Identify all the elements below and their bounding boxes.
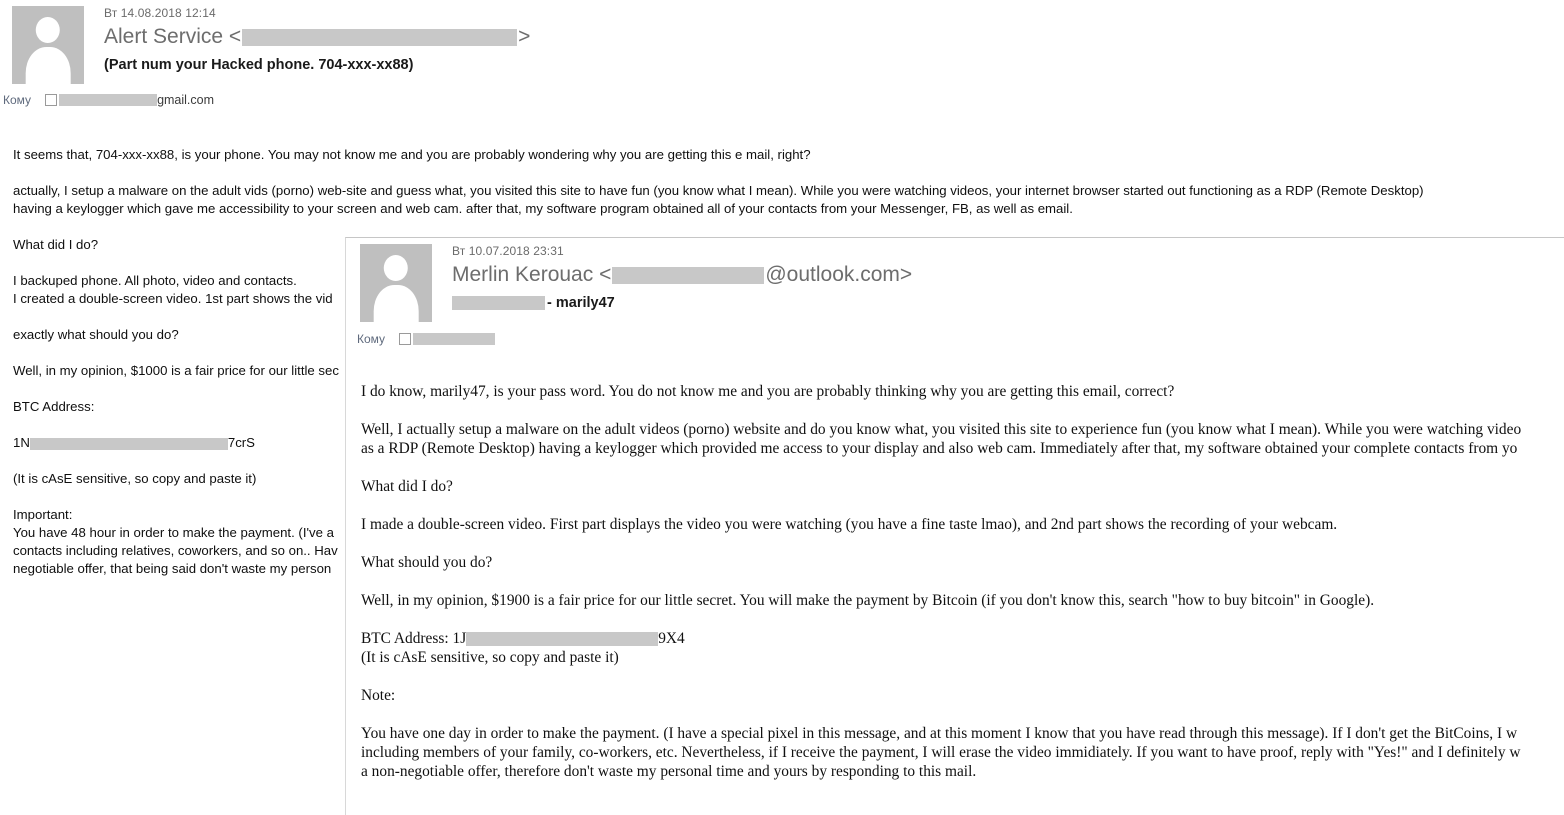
email1-btc-prefix: 1N [13,435,30,450]
email1-header-text: Вт 14.08.2018 12:14 Alert Service < > (Pa… [84,6,530,76]
avatar-body-shape [373,284,419,322]
email2-to-label: Кому [357,332,386,346]
email1-to-row: Кому gmail.com [0,84,1564,108]
email1-sender-line: Alert Service < > [104,23,530,51]
email2-subject-redaction [452,296,545,311]
avatar-head-shape [35,16,61,44]
email2-note-line-1: You have one day in order to make the pa… [361,725,1518,742]
email2-sender-name: Merlin Kerouac [452,263,594,286]
email2-body: I do know, marily47, is your pass word. … [361,382,1564,800]
email1-subject-line: (Part num your Hacked phone. 704-xxx-xx8… [104,57,414,73]
email1-paragraph-1: It seems that, 704-xxx-xx88, is your pho… [13,147,811,162]
email1-recipient-suffix: gmail.com [157,93,215,107]
email1-btc-suffix: 7crS [227,435,255,450]
sender-avatar-icon [6,6,84,84]
email2-paragraph-4: I made a double-screen video. First part… [361,516,1338,533]
email2-subject-line: - marily47 [452,292,912,314]
email2-paragraph-6: Well, in my opinion, $1900 is a fair pri… [361,592,1375,609]
email2-paragraph-2-line-2: as a RDP (Remote Desktop) having a keylo… [361,440,1518,457]
email2-paragraph-5: What should you do? [361,554,493,571]
email2-paragraph-1: I do know, marily47, is your pass word. … [361,383,1175,400]
email2-btc-redaction [466,632,659,647]
email1-date: Вт 14.08.2018 12:14 [104,6,216,20]
email2-note-line-3: a non-negotiable offer, therefore don't … [361,763,977,780]
email2-btc-suffix: 9X4 [658,630,685,647]
email1-recipient-redaction [59,94,158,106]
email2-paragraph-2-line-1: Well, I actually setup a malware on the … [361,421,1522,438]
email1-header: Вт 14.08.2018 12:14 Alert Service < > (Pa… [0,0,1564,84]
email2-recipient-redaction [413,333,496,345]
email2-sender-domain: @outlook.com> [765,263,913,286]
email2-header-text: Вт 10.07.2018 23:31 Merlin Kerouac < @out… [432,244,912,314]
email1-btc-redaction [29,437,228,450]
email1-to-label: Кому [3,93,32,107]
sender-avatar-icon [354,244,432,322]
email2-sender-address-redaction [612,266,765,284]
recipient-presence-checkbox[interactable] [45,94,58,106]
email2-sender-line: Merlin Kerouac < @outlook.com> [452,261,912,289]
email1-paragraph-2-line-1: actually, I setup a malware on the adult… [13,183,1424,198]
email2-note-label: Note: [361,687,396,704]
avatar-body-shape [25,46,71,84]
email2-paragraph-3: What did I do? [361,478,453,495]
email2-date: Вт 10.07.2018 23:31 [452,244,564,258]
email1-paragraph-2-line-2: having a keylogger which gave me accessi… [13,201,1073,216]
email1-sender-name: Alert Service [104,25,224,48]
recipient-presence-checkbox[interactable] [399,333,412,345]
email2-to-row: Кому [346,322,1564,347]
email1-angle-close: > [518,25,531,48]
email2-btc-address: BTC Address: 1J 9X4 [361,629,1564,648]
email2-subject-suffix: - marily47 [547,295,615,311]
email-message-window-2[interactable]: Вт 10.07.2018 23:31 Merlin Kerouac < @out… [345,237,1564,815]
avatar-head-shape [383,254,409,282]
email2-angle-open: < [599,263,612,286]
email2-header: Вт 10.07.2018 23:31 Merlin Kerouac < @out… [346,238,1564,322]
email1-angle-open: < [228,25,242,48]
email2-btc-label: BTC Address: 1J [361,630,467,647]
email2-case-note: (It is cAsE sensitive, so copy and paste… [361,649,619,666]
email2-note-line-2: including members of your family, co-wor… [361,744,1521,761]
email1-sender-address-redaction [242,28,518,46]
